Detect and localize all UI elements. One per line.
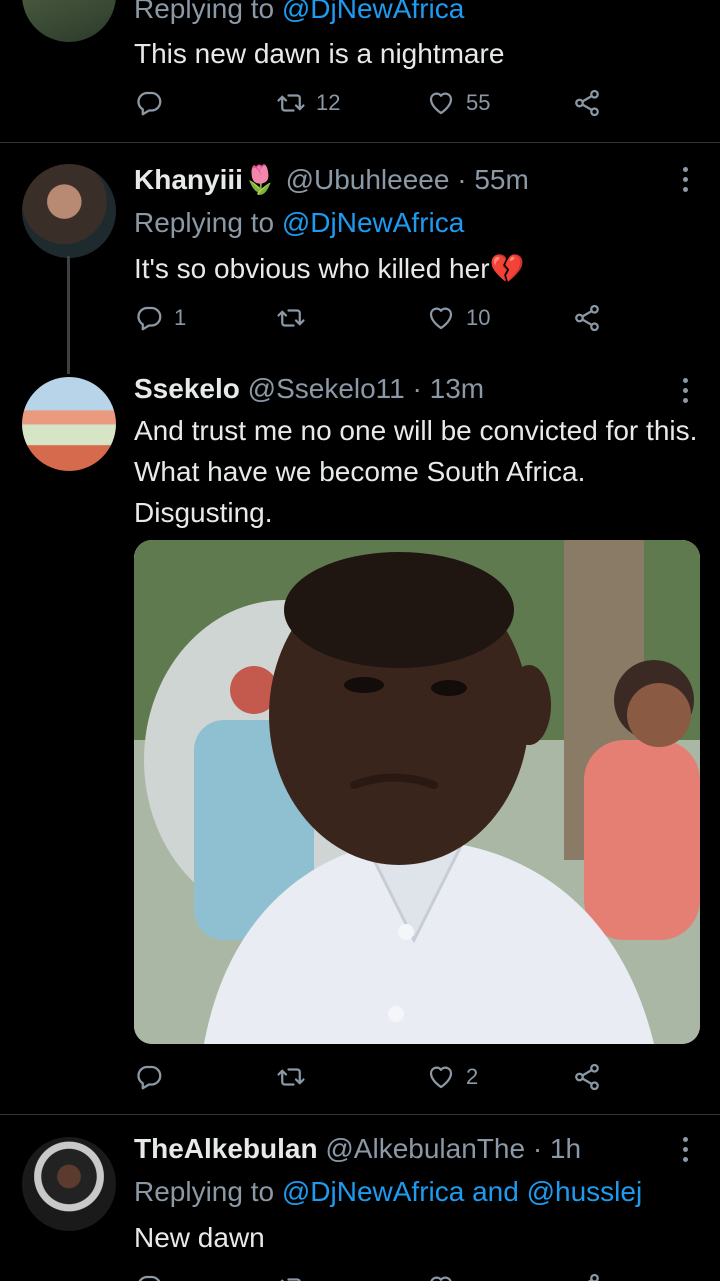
retweet-button[interactable] [276,1272,306,1281]
share-button[interactable] [572,1272,602,1281]
avatar[interactable] [22,377,116,471]
share-icon [572,1272,602,1281]
display-name[interactable]: Ssekelo [134,373,240,404]
avatar[interactable] [22,1137,116,1231]
timestamp[interactable]: 13m [430,373,484,404]
handle[interactable]: @Ssekelo11 [248,373,405,404]
photo-image [134,540,700,1044]
reply-button[interactable] [134,1062,174,1092]
retweet-icon [276,1062,306,1092]
tweet-header: Ssekelo @Ssekelo11 · 13m [134,373,485,404]
like-button[interactable]: 2 [426,1062,478,1092]
replying-to: Replying to @DjNewAfrica and @husslej [134,1176,643,1207]
tweet-2[interactable]: Ssekelo @Ssekelo11 · 13m And trust me no… [0,0,720,1112]
share-icon [572,1062,602,1092]
tweet-text: And trust me no one will be convicted fo… [134,415,698,528]
retweet-icon [276,1272,306,1281]
more-icon[interactable] [678,1135,692,1165]
tweet-text: New dawn [134,1222,265,1253]
heart-icon [426,1272,456,1281]
tweet-image[interactable] [134,540,700,1044]
more-icon[interactable] [678,376,692,406]
like-button[interactable] [426,1272,456,1281]
heart-icon [426,1062,456,1092]
tweet-actions: 2 [134,1062,614,1098]
reply-icon [134,1062,164,1092]
tweet-actions [134,1272,614,1281]
reply-icon [134,1272,164,1281]
timestamp[interactable]: 1h [550,1133,581,1164]
retweet-button[interactable] [276,1062,316,1092]
tweet-header: TheAlkebulan @AlkebulanThe · 1h [134,1133,582,1164]
reply-button[interactable] [134,1272,164,1281]
mention-link[interactable]: @DjNewAfrica and @husslej [282,1176,642,1207]
share-button[interactable] [572,1062,602,1092]
handle[interactable]: @AlkebulanThe [325,1133,525,1164]
tweet-3[interactable]: TheAlkebulan @AlkebulanThe · 1h Replying… [0,1115,720,1281]
display-name[interactable]: TheAlkebulan [134,1133,318,1164]
